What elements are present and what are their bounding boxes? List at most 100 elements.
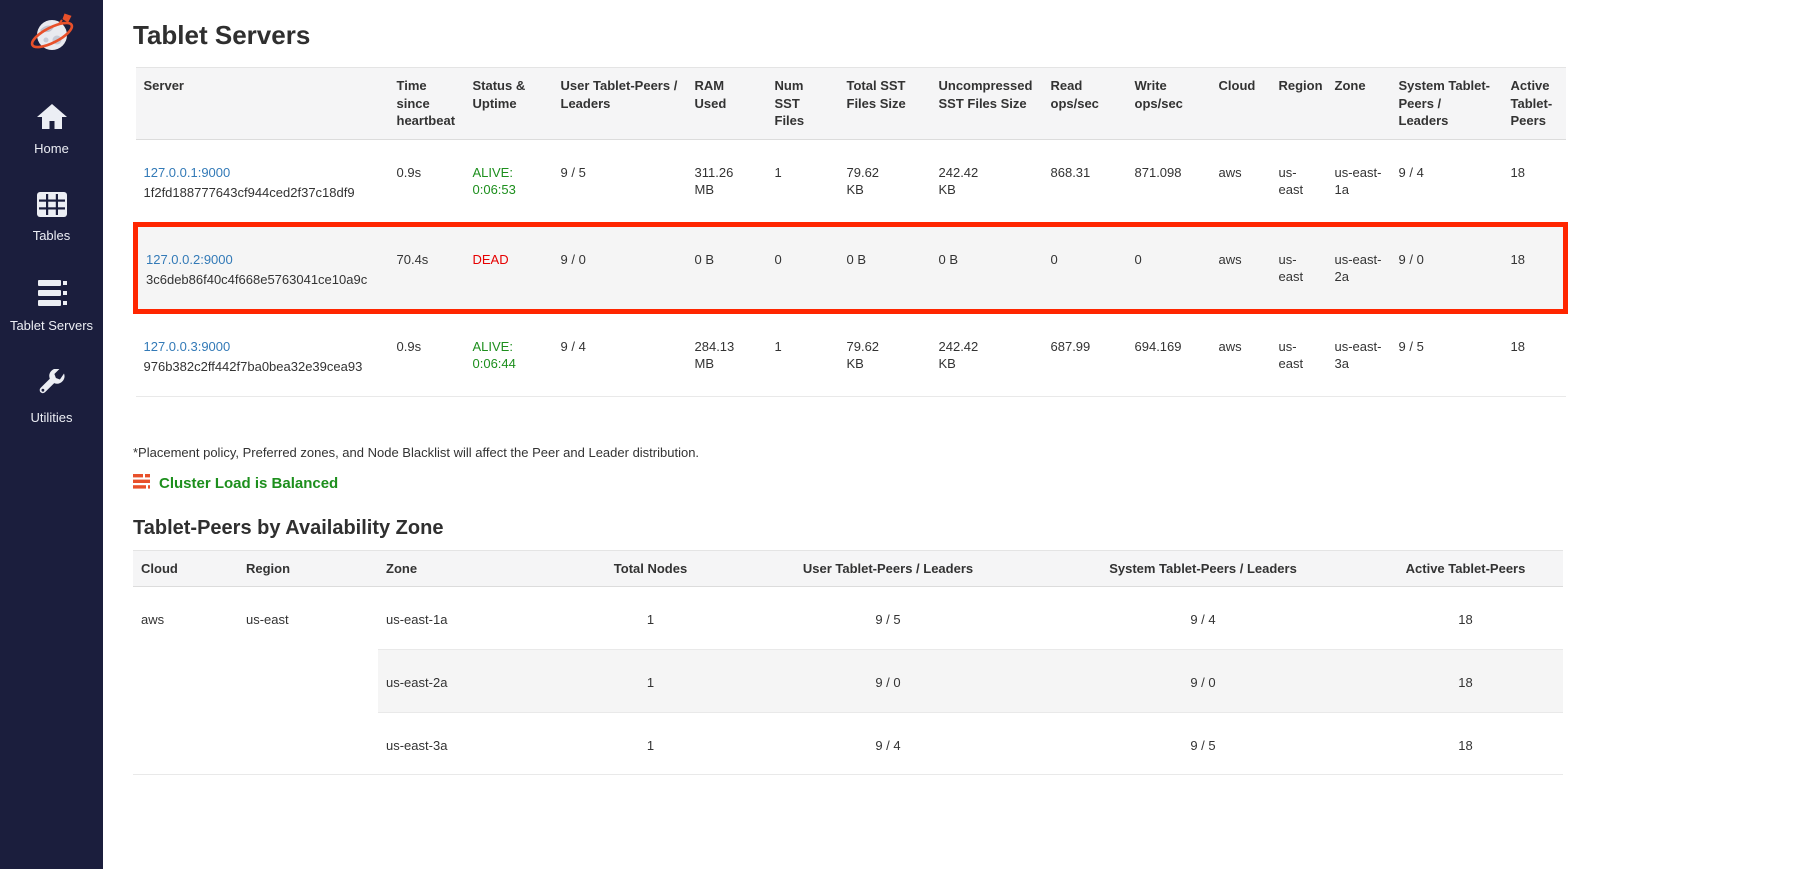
yugabytedb-logo-icon[interactable] xyxy=(26,8,78,65)
cell-num_sst: 1 xyxy=(767,139,839,224)
column-header: Total SST Files Size xyxy=(839,68,931,140)
uptime-text: 0:06:44 xyxy=(473,355,545,373)
uptime-text: 0:06:53 xyxy=(473,181,545,199)
cell-write_ops: 0 xyxy=(1127,224,1211,311)
cell-uncompressed_sst: 242.42 KB xyxy=(931,139,1043,224)
cell-total_sst: 79.62 KB xyxy=(839,311,931,396)
column-header: Uncompressed SST Files Size xyxy=(931,68,1043,140)
column-header: Num SST Files xyxy=(767,68,839,140)
cell-total_sst: 79.62 KB xyxy=(839,139,931,224)
sidebar-item-home[interactable]: Home xyxy=(0,103,103,156)
server-link[interactable]: 127.0.0.1:9000 xyxy=(144,165,231,180)
size-value: 0 B xyxy=(847,251,867,269)
cell-region: us-east xyxy=(238,587,378,775)
cell-server: 127.0.0.2:9000 3c6deb86f40c4f668e5763041c… xyxy=(136,224,389,311)
cell-heartbeat: 0.9s xyxy=(389,139,465,224)
size-value: 242.42 KB xyxy=(939,338,991,373)
status-text: ALIVE: xyxy=(473,164,545,182)
cluster-load-status: Cluster Load is Balanced xyxy=(133,474,1775,493)
sidebar-item-tablet-servers[interactable]: Tablet Servers xyxy=(0,280,103,333)
cell-status: ALIVE:0:06:44 xyxy=(465,311,553,396)
server-link[interactable]: 127.0.0.2:9000 xyxy=(146,252,233,267)
column-header: User Tablet-Peers / Leaders xyxy=(553,68,687,140)
cell-uncompressed_sst: 0 B xyxy=(931,224,1043,311)
column-header: Region xyxy=(1271,68,1327,140)
cell-status: DEAD xyxy=(465,224,553,311)
cell-ram: 284.13 MB xyxy=(687,311,767,396)
tserver-row: 127.0.0.1:9000 1f2fd188777643cf944ced2f37… xyxy=(136,139,1566,224)
status-text: DEAD xyxy=(473,251,545,269)
cell-active_peers: 18 xyxy=(1368,712,1563,775)
cell-total_nodes: 1 xyxy=(563,587,738,650)
cell-cloud: aws xyxy=(1211,139,1271,224)
page-title: Tablet Servers xyxy=(133,20,1775,51)
az-header-row: CloudRegionZoneTotal NodesUser Tablet-Pe… xyxy=(133,550,1563,587)
sidebar: Home Tables Tablet Servers xyxy=(0,0,103,869)
column-header: Time since heartbeat xyxy=(389,68,465,140)
server-stack-icon xyxy=(36,280,68,312)
cell-system_peers: 9 / 4 xyxy=(1391,139,1503,224)
home-icon xyxy=(36,103,68,135)
tserver-row: 127.0.0.3:9000976b382c2ff442f7ba0bea32e3… xyxy=(136,311,1566,396)
size-value: 0 B xyxy=(695,251,715,269)
az-row: awsus-eastus-east-1a19 / 59 / 418 xyxy=(133,587,1563,650)
cell-zone: us-east-3a xyxy=(378,712,563,775)
status-text: ALIVE: xyxy=(473,338,545,356)
server-uuid: 3c6deb86f40c4f668e5763041ce10a9c xyxy=(146,271,381,289)
cell-cloud: aws xyxy=(1211,224,1271,311)
tserver-row: 127.0.0.2:9000 3c6deb86f40c4f668e5763041c… xyxy=(136,224,1566,311)
column-header: Status & Uptime xyxy=(465,68,553,140)
cell-user_peers: 9 / 0 xyxy=(738,650,1038,713)
sidebar-item-utilities[interactable]: Utilities xyxy=(0,369,103,425)
cell-total_nodes: 1 xyxy=(563,712,738,775)
cell-read_ops: 687.99 xyxy=(1043,311,1127,396)
cell-heartbeat: 70.4s xyxy=(389,224,465,311)
cell-region: us-east xyxy=(1271,224,1327,311)
size-value: 79.62 KB xyxy=(847,338,899,373)
az-table: CloudRegionZoneTotal NodesUser Tablet-Pe… xyxy=(133,550,1563,775)
wrench-icon xyxy=(37,369,67,404)
cell-user_peers: 9 / 5 xyxy=(553,139,687,224)
sidebar-item-label: Tables xyxy=(33,229,71,243)
cell-active_peers: 18 xyxy=(1368,587,1563,650)
size-value: 284.13 MB xyxy=(695,338,747,373)
cluster-load-label: Cluster Load is Balanced xyxy=(159,475,338,492)
cell-write_ops: 694.169 xyxy=(1127,311,1211,396)
cell-num_sst: 1 xyxy=(767,311,839,396)
cell-read_ops: 868.31 xyxy=(1043,139,1127,224)
column-header: Active Tablet-Peers xyxy=(1368,550,1563,587)
sidebar-item-label: Tablet Servers xyxy=(10,319,93,333)
cell-active_peers: 18 xyxy=(1503,311,1566,396)
size-value: 242.42 KB xyxy=(939,164,991,199)
column-header: System Tablet-Peers / Leaders xyxy=(1391,68,1503,140)
cell-total_nodes: 1 xyxy=(563,650,738,713)
server-link[interactable]: 127.0.0.3:9000 xyxy=(144,339,231,354)
cell-zone: us-east-2a xyxy=(378,650,563,713)
cell-zone: us-east-1a xyxy=(378,587,563,650)
column-header: Cloud xyxy=(1211,68,1271,140)
cell-zone: us-east-3a xyxy=(1327,311,1391,396)
size-value: 79.62 KB xyxy=(847,164,899,199)
cell-zone: us-east-2a xyxy=(1327,224,1391,311)
cell-user_peers: 9 / 5 xyxy=(738,587,1038,650)
column-header: Write ops/sec xyxy=(1127,68,1211,140)
tables-grid-icon xyxy=(37,192,67,222)
cell-system_peers: 9 / 4 xyxy=(1038,587,1368,650)
cell-server: 127.0.0.1:9000 1f2fd188777643cf944ced2f37… xyxy=(136,139,389,224)
sidebar-item-tables[interactable]: Tables xyxy=(0,192,103,243)
placement-footnote: *Placement policy, Preferred zones, and … xyxy=(133,445,1775,460)
cell-cloud: aws xyxy=(1211,311,1271,396)
cell-write_ops: 871.098 xyxy=(1127,139,1211,224)
column-header: RAM Used xyxy=(687,68,767,140)
cell-uncompressed_sst: 242.42 KB xyxy=(931,311,1043,396)
sidebar-item-label: Home xyxy=(34,142,69,156)
cell-active_peers: 18 xyxy=(1368,650,1563,713)
column-header: Active Tablet-Peers xyxy=(1503,68,1566,140)
cell-user_peers: 9 / 4 xyxy=(553,311,687,396)
cell-total_sst: 0 B xyxy=(839,224,931,311)
column-header: Cloud xyxy=(133,550,238,587)
column-header: Zone xyxy=(378,550,563,587)
sidebar-item-label: Utilities xyxy=(31,411,73,425)
server-uuid: 1f2fd188777643cf944ced2f37c18df9 xyxy=(144,184,381,202)
main-content: Tablet Servers ServerTime since heartbea… xyxy=(103,0,1805,775)
